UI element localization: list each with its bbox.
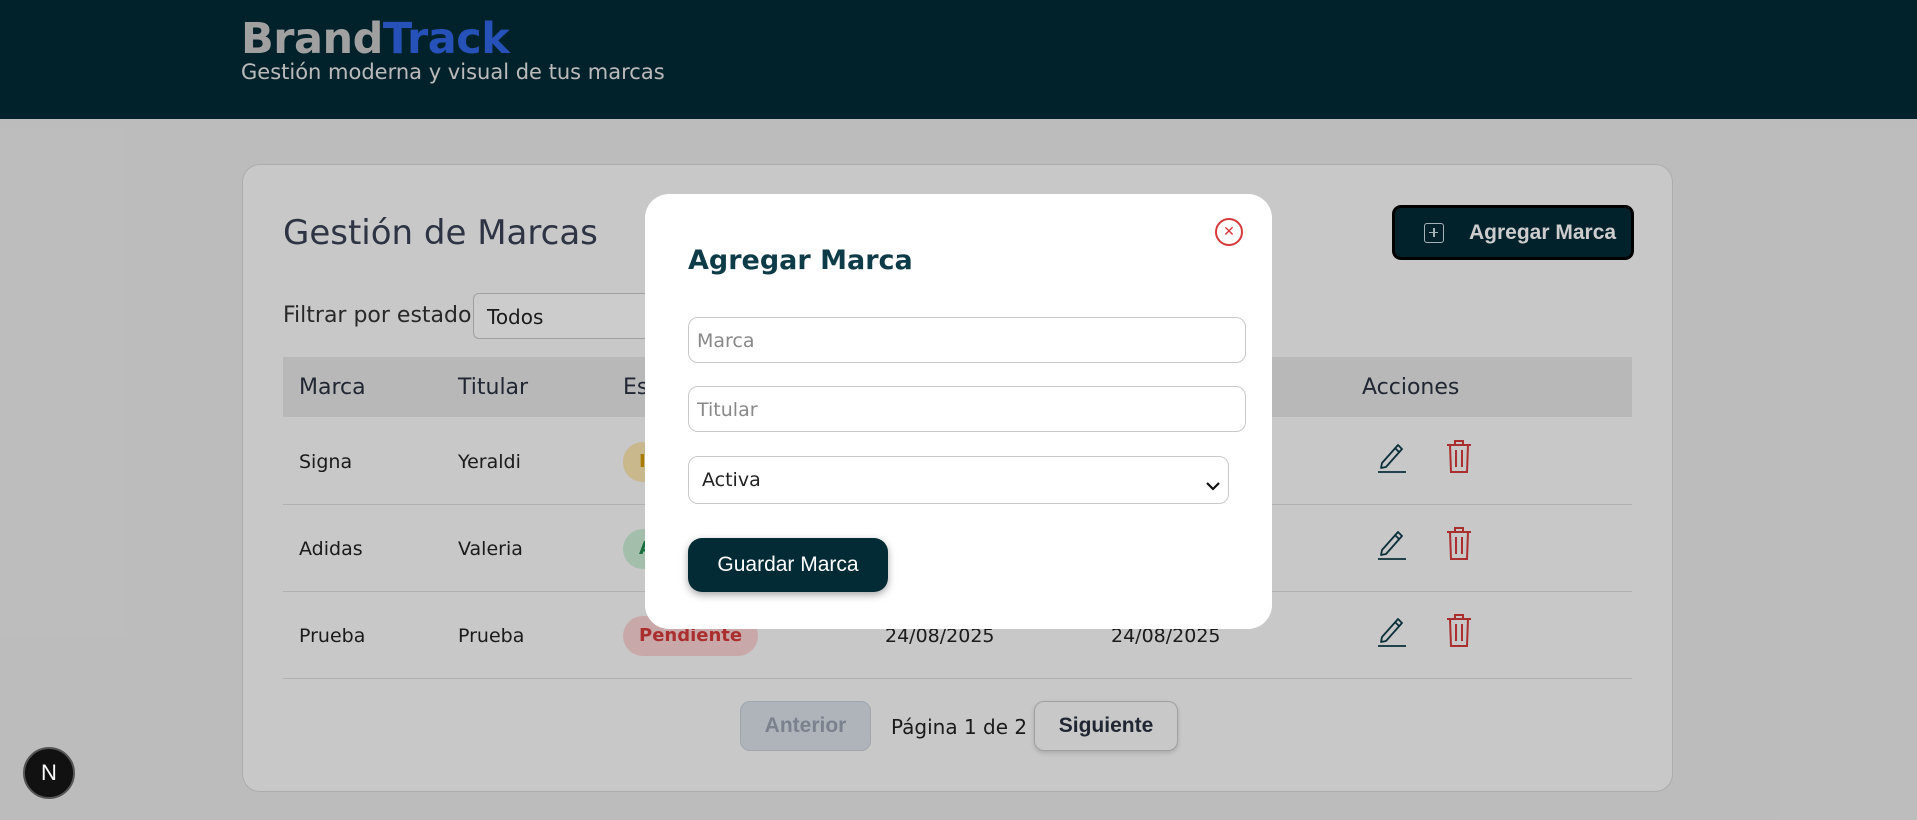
estado-select-value: Activa — [702, 469, 761, 491]
estado-select[interactable]: Activa — [688, 456, 1229, 504]
nextjs-devtools-button[interactable]: N — [23, 747, 75, 799]
modal-title: Agregar Marca — [688, 245, 913, 276]
save-marca-button[interactable]: Guardar Marca — [688, 538, 888, 592]
close-icon[interactable]: ✕ — [1215, 218, 1243, 246]
marca-input[interactable]: Marca — [688, 317, 1246, 363]
add-marca-modal: ✕ Agregar Marca Marca Titular Activa Gua… — [645, 194, 1272, 629]
chevron-down-icon — [1206, 474, 1220, 496]
titular-input[interactable]: Titular — [688, 386, 1246, 432]
